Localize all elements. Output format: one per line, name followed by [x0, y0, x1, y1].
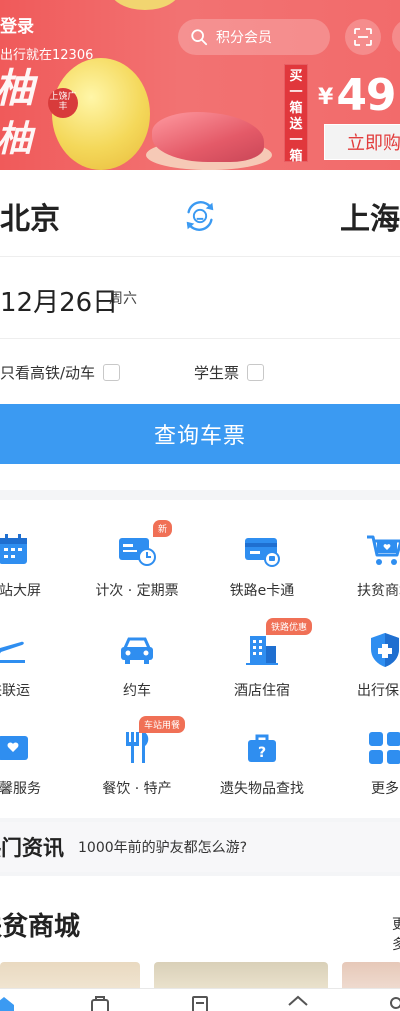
promo-tag: 买一箱送一箱 [284, 64, 308, 164]
message-button[interactable] [392, 19, 400, 55]
price-value: 49 [336, 70, 396, 121]
service-more[interactable]: 更多 [330, 728, 400, 798]
search-icon [191, 29, 208, 46]
search-placeholder: 积分会员 [216, 30, 272, 46]
member-tab-icon[interactable] [286, 995, 310, 1011]
travel-tab-icon[interactable] [88, 995, 112, 1011]
student-ticket-label: 学生票 [194, 364, 240, 382]
station-dining-badge: 车站用餐 [139, 716, 186, 733]
service-label: 餐饮 · 特产 [102, 781, 172, 797]
service-label: 酒店住宿 [234, 683, 290, 699]
dining-icon: 车站用餐 [117, 716, 186, 768]
divider [0, 256, 400, 257]
service-insurance[interactable]: 出行保险 [330, 630, 400, 700]
banner-seal: 上饶广丰 [48, 88, 78, 118]
banner-decor-char: 柚 [0, 110, 32, 162]
buy-now-button[interactable]: 立即购 [324, 124, 400, 160]
news-headline[interactable]: 1000年前的驴友都怎么游? [78, 837, 247, 857]
service-grid: 车站大屏 新 计次 · 定期票 铁路e卡通 扶贫商城 [0, 500, 400, 818]
hotel-icon: 铁路优惠 [242, 618, 313, 670]
service-label: 出行保险 [357, 683, 400, 699]
station-screen-icon [0, 530, 33, 570]
service-label: 遗失物品查找 [220, 781, 304, 797]
service-lost-found[interactable]: ? 遗失物品查找 [207, 728, 317, 798]
home-tab-icon[interactable] [0, 995, 16, 1011]
mall-more-link[interactable]: 更多 [392, 914, 400, 954]
service-hotel[interactable]: 铁路优惠 酒店住宿 [207, 618, 317, 700]
login-subtitle: 出行就在12306 [0, 48, 94, 63]
service-station-screen[interactable]: 车站大屏 [0, 530, 68, 600]
ticket-booking-card: 北京 上海 12月26日 周六 只看高铁/动车 学生票 查询车票 [0, 170, 400, 490]
service-label: 铁路e卡通 [229, 583, 295, 599]
service-label: 约车 [123, 683, 151, 699]
new-badge: 新 [153, 520, 173, 537]
heart-service-icon [0, 728, 33, 768]
service-label: 铁联运 [0, 683, 30, 699]
service-air-rail[interactable]: 铁联运 [0, 630, 64, 700]
student-ticket-option[interactable]: 学生票 [194, 362, 265, 383]
hot-news-bar[interactable]: 热门资讯 1000年前的驴友都怎么游? [0, 822, 400, 872]
airplane-train-icon [0, 630, 29, 670]
news-title: 热门资讯 [0, 836, 64, 860]
pomelo-flesh-image [152, 112, 264, 162]
highspeed-only-option[interactable]: 只看高铁/动车 [0, 362, 121, 383]
pomelo-image [110, 0, 180, 10]
query-tickets-button[interactable]: 查询车票 [0, 404, 400, 464]
car-icon [117, 630, 157, 670]
promo-price: ¥49 [318, 70, 397, 121]
city-selector: 北京 上海 [0, 170, 400, 258]
rail-card-icon [242, 530, 282, 570]
orders-tab-icon[interactable] [188, 995, 212, 1011]
service-label: 温馨服务 [0, 781, 41, 797]
currency-symbol: ¥ [318, 85, 333, 110]
scan-icon [354, 28, 372, 46]
service-dining[interactable]: 车站用餐 餐饮 · 特产 [82, 716, 192, 798]
student-ticket-checkbox[interactable] [247, 364, 265, 381]
lost-found-icon: ? [242, 728, 282, 768]
divider [0, 338, 400, 339]
service-label: 计次 · 定期票 [95, 583, 179, 599]
arrival-city[interactable]: 上海 [340, 194, 400, 238]
ticket-options: 只看高铁/动车 学生票 [0, 340, 400, 402]
shopping-cart-icon [365, 530, 400, 570]
login-link[interactable]: 登录 [0, 12, 34, 37]
service-poverty-mall[interactable]: 扶贫商城 [330, 530, 400, 600]
departure-weekday: 周六 [109, 291, 137, 307]
service-ride[interactable]: 约车 [82, 630, 192, 700]
member-search-button[interactable]: 积分会员 [178, 19, 330, 55]
banner-decor-char: 柚 [0, 56, 34, 114]
departure-date: 12月26日 [0, 288, 119, 318]
bottom-tab-bar [0, 988, 400, 1011]
service-rail-card[interactable]: 铁路e卡通 [207, 530, 317, 600]
service-label: 扶贫商城 [357, 583, 400, 599]
service-label: 更多 [371, 781, 399, 797]
swap-cities-icon[interactable] [181, 197, 219, 235]
promo-banner[interactable]: 柚 柚 上饶广丰 登录 出行就在12306 积分会员 买一箱送一箱 ¥49 立即… [0, 0, 400, 170]
service-pass-ticket[interactable]: 新 计次 · 定期票 [82, 520, 192, 600]
more-grid-icon [365, 728, 400, 768]
highspeed-only-label: 只看高铁/动车 [0, 364, 96, 382]
pass-ticket-icon: 新 [117, 520, 173, 570]
scan-button[interactable] [345, 19, 381, 55]
svg-text:?: ? [258, 745, 266, 761]
profile-tab-icon[interactable] [384, 995, 400, 1011]
service-label: 车站大屏 [0, 583, 41, 599]
service-care[interactable]: 温馨服务 [0, 728, 68, 798]
date-selector[interactable]: 12月26日 周六 [0, 258, 400, 340]
rail-discount-badge: 铁路优惠 [266, 618, 313, 635]
shield-icon [365, 630, 400, 670]
app-home-page: 柚 柚 上饶广丰 登录 出行就在12306 积分会员 买一箱送一箱 ¥49 立即… [0, 0, 400, 1011]
departure-city[interactable]: 北京 [0, 194, 60, 238]
highspeed-only-checkbox[interactable] [103, 364, 121, 381]
mall-title: 扶贫商城 [0, 912, 81, 942]
